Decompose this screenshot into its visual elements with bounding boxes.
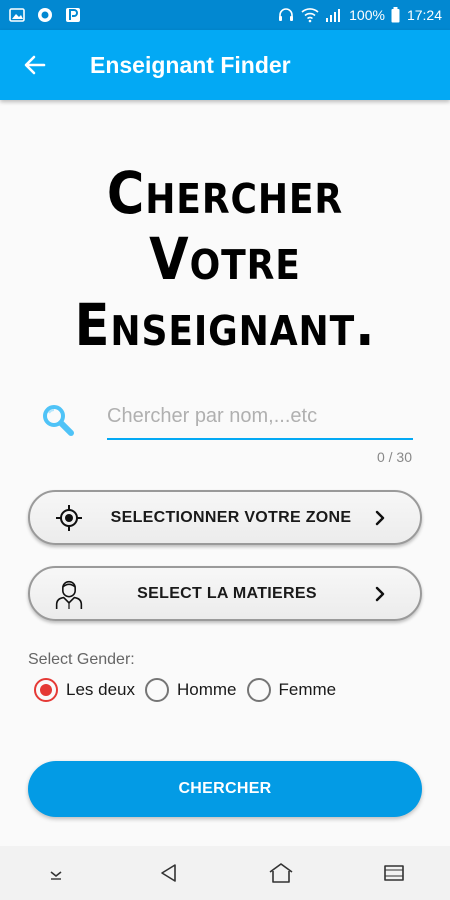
gender-radio-les-deux[interactable]: Les deux xyxy=(34,678,135,702)
arrow-left-icon xyxy=(24,55,46,75)
nav-recents-button[interactable] xyxy=(374,853,414,893)
signal-icon xyxy=(325,6,343,24)
battery-icon xyxy=(391,6,401,24)
status-left-icons xyxy=(8,6,82,24)
gender-radio-homme[interactable]: Homme xyxy=(145,678,237,702)
radio-unchecked-icon xyxy=(246,678,271,702)
character-counter: 0 / 30 xyxy=(376,449,412,465)
image-icon xyxy=(8,6,26,24)
gender-label: Select Gender: xyxy=(28,651,135,668)
wifi-icon xyxy=(301,6,319,24)
gender-radio-group: Les deux Homme Femme xyxy=(34,678,346,702)
nav-home-button[interactable] xyxy=(261,853,301,893)
select-matiere-button[interactable]: SELECT LA MATIERES xyxy=(28,566,422,621)
search-icon xyxy=(38,400,78,440)
hero-line-1: Chercher xyxy=(106,159,344,227)
status-right-icons: 100% 17:24 xyxy=(277,6,442,24)
radio-label: Femme xyxy=(278,680,337,699)
select-matiere-label: SELECT LA MATIERES xyxy=(137,584,317,602)
radio-label: Homme xyxy=(177,680,237,699)
search-row xyxy=(38,398,418,448)
battery-percent: 100% xyxy=(349,7,385,23)
select-zone-button[interactable]: SELECTIONNER VOTRE ZONE xyxy=(28,490,422,545)
p-app-icon xyxy=(64,6,82,24)
search-input[interactable] xyxy=(107,398,413,440)
recents-icon xyxy=(383,865,404,881)
app-title: Enseignant Finder xyxy=(90,51,291,78)
hero-line-3: Enseignant. xyxy=(74,291,376,359)
nav-back-button[interactable] xyxy=(149,853,189,893)
radio-checked-icon xyxy=(34,678,58,702)
headset-icon xyxy=(277,6,295,24)
triangle-back-icon xyxy=(160,864,176,882)
home-icon xyxy=(269,863,293,883)
search-submit-button[interactable]: CHERCHER xyxy=(28,761,422,817)
gender-radio-femme[interactable]: Femme xyxy=(246,678,337,702)
location-target-icon xyxy=(54,503,84,533)
chevron-right-icon xyxy=(370,584,390,604)
status-time: 17:24 xyxy=(406,7,442,23)
select-zone-label: SELECTIONNER VOTRE ZONE xyxy=(110,508,352,526)
circle-app-icon xyxy=(36,6,54,24)
hero-heading: Chercher Votre Enseignant. xyxy=(27,160,423,358)
teacher-icon xyxy=(54,579,84,609)
radio-label: Les deux xyxy=(66,680,135,699)
hero-line-2: Votre xyxy=(149,225,301,293)
chevron-down-icon xyxy=(50,871,62,880)
system-nav-bar xyxy=(0,846,450,900)
chevron-right-icon xyxy=(370,508,390,528)
status-bar: 100% 17:24 xyxy=(0,0,450,30)
app-bar: Enseignant Finder xyxy=(0,30,450,100)
nav-down-button[interactable] xyxy=(36,853,76,893)
back-button[interactable] xyxy=(0,30,70,100)
radio-unchecked-icon xyxy=(145,678,169,702)
